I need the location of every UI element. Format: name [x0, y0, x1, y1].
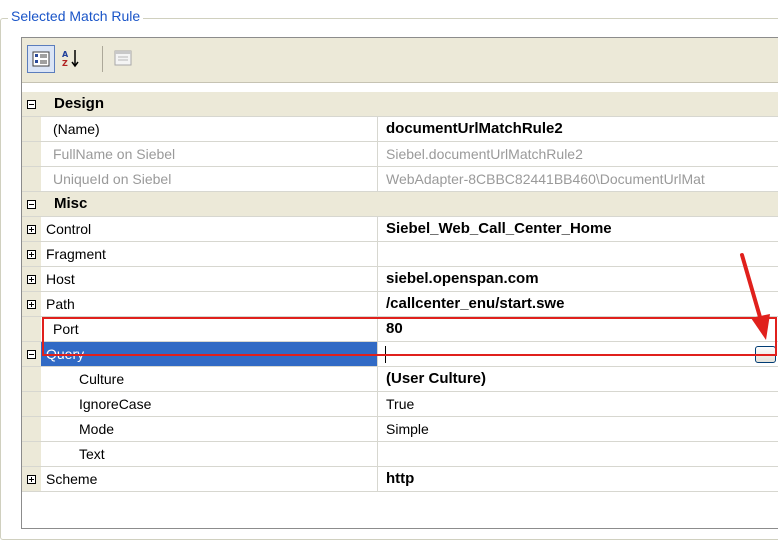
- property-value[interactable]: (User Culture): [379, 367, 778, 391]
- alphabetical-sort-icon: A Z: [62, 50, 79, 68]
- category-design[interactable]: Design: [22, 92, 778, 117]
- property-row-mode[interactable]: Mode Simple: [22, 417, 778, 442]
- property-label: Scheme: [41, 467, 378, 491]
- property-label: UniqueId on Siebel: [41, 167, 378, 191]
- property-value: WebAdapter-8CBBC82441BB460\DocumentUrlMa…: [386, 171, 705, 187]
- property-pages-button[interactable]: [110, 45, 136, 71]
- expand-path-toggle[interactable]: [22, 292, 41, 316]
- alphabetical-sort-button[interactable]: A Z: [58, 45, 84, 71]
- property-label: Path: [41, 292, 378, 316]
- property-label: Mode: [41, 417, 378, 441]
- category-misc[interactable]: Misc: [22, 192, 778, 217]
- toolbar-separator: [102, 46, 103, 72]
- property-value[interactable]: /callcenter_enu/start.swe: [379, 292, 778, 316]
- property-row-fullname[interactable]: FullName on Siebel Siebel.documentUrlMat…: [22, 142, 778, 167]
- property-label: Text: [41, 442, 378, 466]
- expand-host-toggle[interactable]: [22, 267, 41, 291]
- property-grid: A Z Design (Name) documentUrlMatchRule2 …: [21, 37, 778, 529]
- annotation-highlight-box: [42, 317, 777, 356]
- expand-control-toggle[interactable]: [22, 217, 41, 241]
- collapse-query-toggle[interactable]: [22, 342, 41, 366]
- property-value[interactable]: Siebel_Web_Call_Center_Home: [379, 217, 778, 241]
- svg-text:Z: Z: [62, 59, 68, 68]
- property-value[interactable]: documentUrlMatchRule2: [379, 117, 778, 141]
- property-value[interactable]: [379, 242, 778, 266]
- collapse-misc-toggle[interactable]: [22, 192, 41, 216]
- property-label: Fragment: [41, 242, 378, 266]
- property-value[interactable]: siebel.openspan.com: [379, 267, 778, 291]
- category-label: Design: [54, 95, 105, 112]
- property-row-host[interactable]: Host siebel.openspan.com: [22, 267, 778, 292]
- property-grid-toolbar: A Z: [22, 38, 778, 83]
- property-label: Culture: [41, 367, 378, 391]
- expand-scheme-toggle[interactable]: [22, 467, 41, 491]
- property-label: (Name): [41, 117, 378, 141]
- property-label: FullName on Siebel: [41, 142, 378, 166]
- property-row-fragment[interactable]: Fragment: [22, 242, 778, 267]
- property-value[interactable]: True: [379, 392, 778, 416]
- annotation-arrow-icon: [740, 253, 770, 340]
- categorized-view-icon: [32, 51, 50, 67]
- property-value[interactable]: http: [379, 467, 778, 491]
- property-row-path[interactable]: Path /callcenter_enu/start.swe: [22, 292, 778, 317]
- category-label: Misc: [54, 195, 88, 212]
- categorized-view-button[interactable]: [27, 45, 55, 73]
- group-title: Selected Match Rule: [8, 8, 144, 24]
- property-value: Siebel.documentUrlMatchRule2: [386, 146, 583, 162]
- property-row-culture[interactable]: Culture (User Culture): [22, 367, 778, 392]
- svg-text:A: A: [62, 50, 69, 59]
- collapse-design-toggle[interactable]: [22, 92, 41, 116]
- property-row-name[interactable]: (Name) documentUrlMatchRule2: [22, 117, 778, 142]
- property-value[interactable]: Simple: [379, 417, 778, 441]
- property-row-uniqueid[interactable]: UniqueId on Siebel WebAdapter-8CBBC82441…: [22, 167, 778, 192]
- property-value[interactable]: [379, 442, 778, 466]
- property-row-scheme[interactable]: Scheme http: [22, 467, 778, 492]
- property-row-control[interactable]: Control Siebel_Web_Call_Center_Home: [22, 217, 778, 242]
- property-row-text[interactable]: Text: [22, 442, 778, 467]
- expand-fragment-toggle[interactable]: [22, 242, 41, 266]
- property-pages-icon: [114, 50, 132, 66]
- property-row-ignorecase[interactable]: IgnoreCase True: [22, 392, 778, 417]
- property-label: IgnoreCase: [41, 392, 378, 416]
- property-label: Host: [41, 267, 378, 291]
- property-label: Control: [41, 217, 378, 241]
